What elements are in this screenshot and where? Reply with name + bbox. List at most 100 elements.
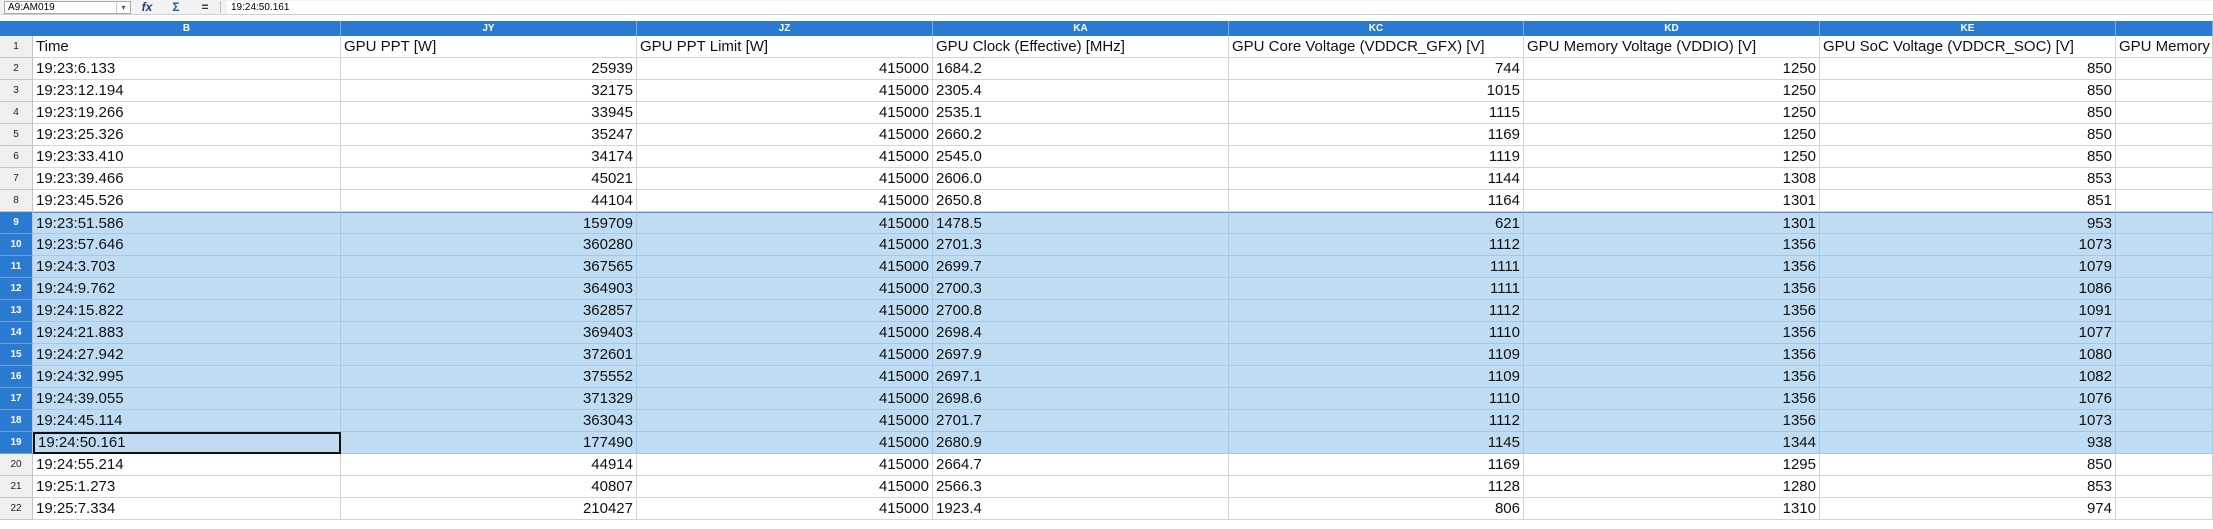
data-cell[interactable]: 415000 bbox=[637, 410, 933, 432]
row-header[interactable]: 15 bbox=[0, 344, 33, 366]
data-cell[interactable]: 177490 bbox=[341, 432, 637, 454]
column-header[interactable]: JY bbox=[341, 21, 637, 36]
function-wizard-icon[interactable]: fx bbox=[138, 0, 156, 14]
row-header[interactable]: 7 bbox=[0, 168, 33, 190]
data-cell[interactable]: 371329 bbox=[341, 388, 637, 410]
data-cell[interactable]: 415000 bbox=[637, 58, 933, 80]
data-cell[interactable]: 415000 bbox=[637, 212, 933, 234]
row-header[interactable]: 21 bbox=[0, 476, 33, 498]
row-header[interactable]: 16 bbox=[0, 366, 33, 388]
data-cell[interactable]: 19:25:7.334 bbox=[33, 498, 341, 520]
data-cell[interactable]: 19:24:39.055 bbox=[33, 388, 341, 410]
data-cell[interactable]: 1356 bbox=[1524, 410, 1820, 432]
data-cell[interactable]: 2701.3 bbox=[933, 234, 1229, 256]
row-header[interactable]: 3 bbox=[0, 80, 33, 102]
data-cell[interactable]: 1080 bbox=[1820, 344, 2116, 366]
data-cell[interactable]: 1169 bbox=[1229, 124, 1524, 146]
data-cell[interactable]: 415000 bbox=[637, 322, 933, 344]
data-cell[interactable]: 2650.8 bbox=[933, 190, 1229, 212]
data-cell[interactable] bbox=[2116, 432, 2213, 454]
data-cell[interactable] bbox=[2116, 366, 2213, 388]
column-title-cell[interactable]: GPU PPT [W] bbox=[341, 36, 637, 58]
data-cell[interactable]: 1076 bbox=[1820, 388, 2116, 410]
data-cell[interactable]: 44914 bbox=[341, 454, 637, 476]
column-header[interactable]: KE bbox=[1820, 21, 2116, 36]
data-cell[interactable]: 33945 bbox=[341, 102, 637, 124]
data-cell[interactable] bbox=[2116, 256, 2213, 278]
data-cell[interactable]: 369403 bbox=[341, 322, 637, 344]
data-cell[interactable]: 19:23:57.646 bbox=[33, 234, 341, 256]
data-cell[interactable]: 1356 bbox=[1524, 388, 1820, 410]
column-header[interactable]: KA bbox=[933, 21, 1229, 36]
data-cell[interactable]: 415000 bbox=[637, 234, 933, 256]
data-cell[interactable]: 2305.4 bbox=[933, 80, 1229, 102]
data-cell[interactable]: 1110 bbox=[1229, 322, 1524, 344]
data-cell[interactable]: 25939 bbox=[341, 58, 637, 80]
row-header[interactable]: 12 bbox=[0, 278, 33, 300]
data-cell[interactable]: 1112 bbox=[1229, 234, 1524, 256]
data-cell[interactable] bbox=[2116, 454, 2213, 476]
data-cell[interactable]: 2697.1 bbox=[933, 366, 1229, 388]
data-cell[interactable]: 19:23:12.194 bbox=[33, 80, 341, 102]
row-header[interactable]: 8 bbox=[0, 190, 33, 212]
row-header[interactable]: 14 bbox=[0, 322, 33, 344]
column-header[interactable]: JZ bbox=[637, 21, 933, 36]
data-cell[interactable]: 1073 bbox=[1820, 234, 2116, 256]
data-cell[interactable]: 850 bbox=[1820, 58, 2116, 80]
row-header[interactable]: 4 bbox=[0, 102, 33, 124]
data-cell[interactable]: 974 bbox=[1820, 498, 2116, 520]
data-cell[interactable]: 1250 bbox=[1524, 102, 1820, 124]
data-cell[interactable] bbox=[2116, 168, 2213, 190]
data-cell[interactable]: 415000 bbox=[637, 432, 933, 454]
data-cell[interactable] bbox=[2116, 476, 2213, 498]
data-cell[interactable]: 853 bbox=[1820, 168, 2116, 190]
data-cell[interactable]: 19:24:27.942 bbox=[33, 344, 341, 366]
data-cell[interactable] bbox=[2116, 300, 2213, 322]
data-cell[interactable] bbox=[2116, 498, 2213, 520]
column-title-cell[interactable]: Time bbox=[33, 36, 341, 58]
data-cell[interactable]: 938 bbox=[1820, 432, 2116, 454]
data-cell[interactable]: 1115 bbox=[1229, 102, 1524, 124]
data-cell[interactable]: 2664.7 bbox=[933, 454, 1229, 476]
data-cell[interactable]: 2660.2 bbox=[933, 124, 1229, 146]
data-cell[interactable]: 159709 bbox=[341, 212, 637, 234]
data-cell[interactable] bbox=[2116, 102, 2213, 124]
data-cell[interactable]: 2545.0 bbox=[933, 146, 1229, 168]
column-header[interactable]: KC bbox=[1229, 21, 1524, 36]
row-header[interactable]: 18 bbox=[0, 410, 33, 432]
data-cell[interactable] bbox=[2116, 388, 2213, 410]
data-cell[interactable]: 2697.9 bbox=[933, 344, 1229, 366]
data-cell[interactable]: 19:23:45.526 bbox=[33, 190, 341, 212]
data-cell[interactable]: 1356 bbox=[1524, 366, 1820, 388]
data-cell[interactable]: 850 bbox=[1820, 454, 2116, 476]
data-cell[interactable]: 415000 bbox=[637, 454, 933, 476]
data-cell[interactable]: 415000 bbox=[637, 344, 933, 366]
data-cell[interactable]: 32175 bbox=[341, 80, 637, 102]
row-header[interactable]: 6 bbox=[0, 146, 33, 168]
data-cell[interactable]: 853 bbox=[1820, 476, 2116, 498]
data-cell[interactable]: 2606.0 bbox=[933, 168, 1229, 190]
data-cell[interactable]: 19:25:1.273 bbox=[33, 476, 341, 498]
data-cell[interactable]: 1295 bbox=[1524, 454, 1820, 476]
data-cell[interactable]: 415000 bbox=[637, 102, 933, 124]
data-cell[interactable]: 1091 bbox=[1820, 300, 2116, 322]
data-cell[interactable]: 1356 bbox=[1524, 344, 1820, 366]
data-cell[interactable]: 2700.3 bbox=[933, 278, 1229, 300]
data-cell[interactable]: 35247 bbox=[341, 124, 637, 146]
data-cell[interactable] bbox=[2116, 234, 2213, 256]
data-cell[interactable] bbox=[2116, 278, 2213, 300]
data-cell[interactable]: 1344 bbox=[1524, 432, 1820, 454]
row-header[interactable]: 22 bbox=[0, 498, 33, 520]
data-cell[interactable]: 19:24:32.995 bbox=[33, 366, 341, 388]
data-cell[interactable]: 1109 bbox=[1229, 366, 1524, 388]
data-cell[interactable]: 19:23:6.133 bbox=[33, 58, 341, 80]
data-cell[interactable]: 1112 bbox=[1229, 410, 1524, 432]
data-cell[interactable]: 415000 bbox=[637, 256, 933, 278]
data-cell[interactable] bbox=[2116, 344, 2213, 366]
data-cell[interactable]: 19:23:25.326 bbox=[33, 124, 341, 146]
data-cell[interactable]: 1109 bbox=[1229, 344, 1524, 366]
data-cell[interactable]: 2566.3 bbox=[933, 476, 1229, 498]
data-cell[interactable]: 806 bbox=[1229, 498, 1524, 520]
data-cell[interactable]: 19:24:3.703 bbox=[33, 256, 341, 278]
data-cell[interactable]: 1079 bbox=[1820, 256, 2116, 278]
